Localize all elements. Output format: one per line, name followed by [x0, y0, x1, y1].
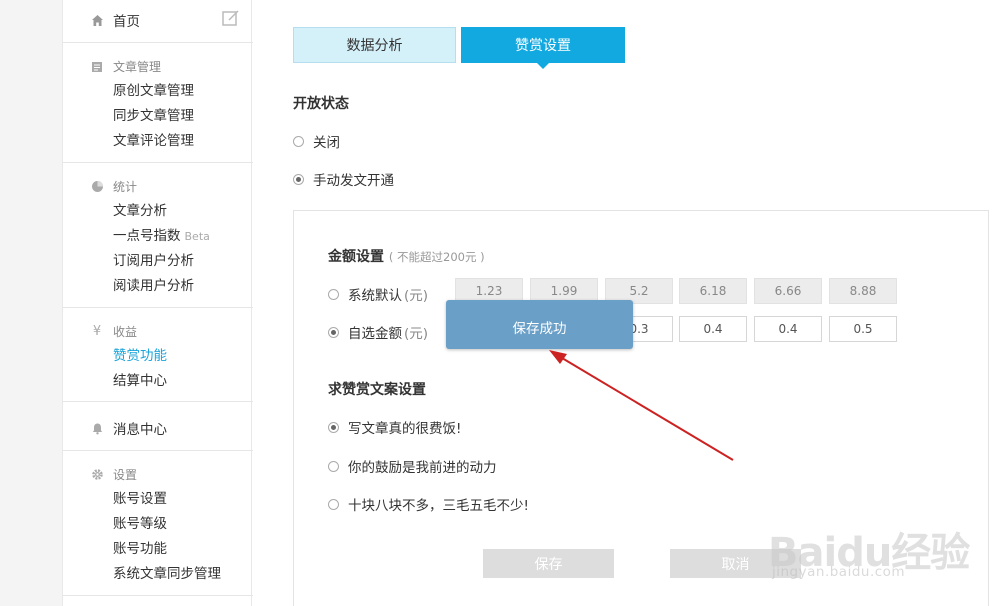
copy-title: 求赞赏文案设置 [328, 382, 426, 398]
sidebar-section-stats: 统计 文章分析 一点号指数 Beta 订阅用户分析 阅读用户分析 [63, 163, 253, 308]
tab-data-analysis[interactable]: 数据分析 [293, 27, 456, 63]
open-status-option-closed[interactable]: 关闭 [293, 131, 340, 151]
section-title-text: 收益 [113, 325, 138, 339]
sidebar-item-account-features[interactable]: 账号功能 [113, 537, 167, 557]
radio-button[interactable] [293, 135, 304, 147]
radio-label: 写文章真的很费饭! [348, 421, 462, 437]
gear-icon [90, 468, 104, 482]
radio-label: 十块八块不多，三毛五毛不少! [348, 498, 529, 514]
sidebar-section-articles: 文章管理 原创文章管理 同步文章管理 文章评论管理 [63, 43, 253, 163]
custom-amount-input-4[interactable]: 0.4 [679, 316, 747, 342]
sidebar-section-income: ¥ 收益 赞赏功能 结算中心 [63, 308, 253, 402]
sidebar-section-title: 统计 [90, 178, 137, 195]
baidu-jingyan-watermark: Baidu经验 jingyan.baidu.com [768, 500, 1000, 600]
radio-label: 你的鼓励是我前进的动力 [348, 460, 497, 476]
sidebar-item-messages[interactable]: 消息中心 [90, 418, 167, 438]
radio-button[interactable] [328, 498, 339, 510]
active-tab-caret [537, 63, 549, 69]
sidebar-item-article-analysis[interactable]: 文章分析 [113, 199, 167, 219]
section-title-text: 统计 [113, 180, 138, 194]
amount-title: 金额设置 ( 不能超过200元 ) [328, 246, 485, 266]
custom-amount-input-6[interactable]: 0.5 [829, 316, 897, 342]
sidebar-item-synced-articles[interactable]: 同步文章管理 [113, 104, 194, 124]
radio-label: 关闭 [313, 135, 340, 151]
radio-button[interactable] [328, 288, 339, 300]
amount-option-custom[interactable]: 自选金额 (元) [328, 322, 428, 342]
default-amount-5: 6.66 [754, 278, 822, 304]
save-button[interactable]: 保存 [483, 549, 614, 578]
section-title-text: 设置 [113, 468, 138, 482]
sidebar-item-label: 首页 [113, 14, 140, 30]
bell-icon [90, 421, 104, 435]
copy-option-2[interactable]: 你的鼓励是我前进的动力 [328, 456, 497, 476]
radio-button-checked[interactable] [328, 421, 339, 433]
unit-label: (元) [404, 326, 429, 342]
copy-option-1[interactable]: 写文章真的很费饭! [328, 417, 461, 437]
tab-label: 赞赏设置 [515, 38, 571, 54]
open-status-option-manual[interactable]: 手动发文开通 [293, 169, 394, 189]
sidebar-section-title: ¥ 收益 [90, 323, 137, 340]
amount-title-text: 金额设置 [328, 249, 384, 265]
sidebar-item-settlement[interactable]: 结算中心 [113, 369, 167, 389]
custom-amount-input-5[interactable]: 0.4 [754, 316, 822, 342]
radio-button-checked[interactable] [293, 173, 304, 185]
sidebar-item-article-sync[interactable]: 系统文章同步管理 [113, 562, 221, 582]
toast-message: 保存成功 [512, 321, 567, 337]
yen-icon: ¥ [92, 324, 102, 339]
watermark-url: jingyan.baidu.com [772, 564, 906, 580]
default-amount-6: 8.88 [829, 278, 897, 304]
tab-label: 数据分析 [346, 38, 403, 54]
amount-hint: ( 不能超过200元 ) [388, 250, 485, 264]
radio-button-checked[interactable] [328, 326, 339, 338]
open-status-title: 开放状态 [293, 96, 349, 112]
sidebar-item-comments[interactable]: 文章评论管理 [113, 129, 194, 149]
sidebar-item-label: 消息中心 [113, 422, 167, 438]
copy-option-3[interactable]: 十块八块不多，三毛五毛不少! [328, 494, 529, 514]
document-icon [90, 60, 104, 74]
save-success-toast: 保存成功 [446, 300, 633, 349]
radio-label: 手动发文开通 [313, 173, 394, 189]
sidebar-item-original-articles[interactable]: 原创文章管理 [113, 79, 194, 99]
sidebar-item-home[interactable]: 首页 [90, 10, 140, 30]
sidebar-item-index[interactable]: 一点号指数 Beta [113, 224, 210, 244]
default-amount-4: 6.18 [679, 278, 747, 304]
sidebar-item-account-settings[interactable]: 账号设置 [113, 487, 167, 507]
home-icon [90, 13, 104, 27]
left-gutter [0, 0, 62, 606]
section-title-text: 文章管理 [113, 60, 162, 74]
sidebar: 首页 文章管理 原创文章管理 同步文章管理 文章评论管理 统计 文章分析 一点号… [62, 0, 253, 606]
pie-chart-icon [90, 180, 104, 194]
sidebar-home-section: 首页 [63, 0, 253, 43]
radio-label: 系统默认 [348, 288, 402, 304]
sidebar-messages-section: 消息中心 [63, 402, 253, 451]
sidebar-item-subscriber-analysis[interactable]: 订阅用户分析 [113, 249, 194, 269]
sidebar-item-reward[interactable]: 赞赏功能 [113, 344, 167, 364]
sidebar-section-title: 文章管理 [90, 58, 161, 75]
amount-option-default[interactable]: 系统默认 (元) [328, 284, 428, 304]
beta-badge: Beta [184, 230, 210, 243]
radio-label: 自选金额 [348, 326, 402, 342]
tab-reward-settings[interactable]: 赞赏设置 [461, 27, 625, 69]
sidebar-item-label: 一点号指数 [113, 228, 181, 244]
sidebar-section-settings: 设置 账号设置 账号等级 账号功能 系统文章同步管理 [63, 451, 253, 596]
unit-label: (元) [404, 288, 429, 304]
sidebar-section-title: 设置 [90, 466, 137, 483]
sidebar-item-reader-analysis[interactable]: 阅读用户分析 [113, 274, 194, 294]
sidebar-item-account-level[interactable]: 账号等级 [113, 512, 167, 532]
radio-button[interactable] [328, 460, 339, 472]
edit-icon[interactable] [221, 8, 241, 32]
